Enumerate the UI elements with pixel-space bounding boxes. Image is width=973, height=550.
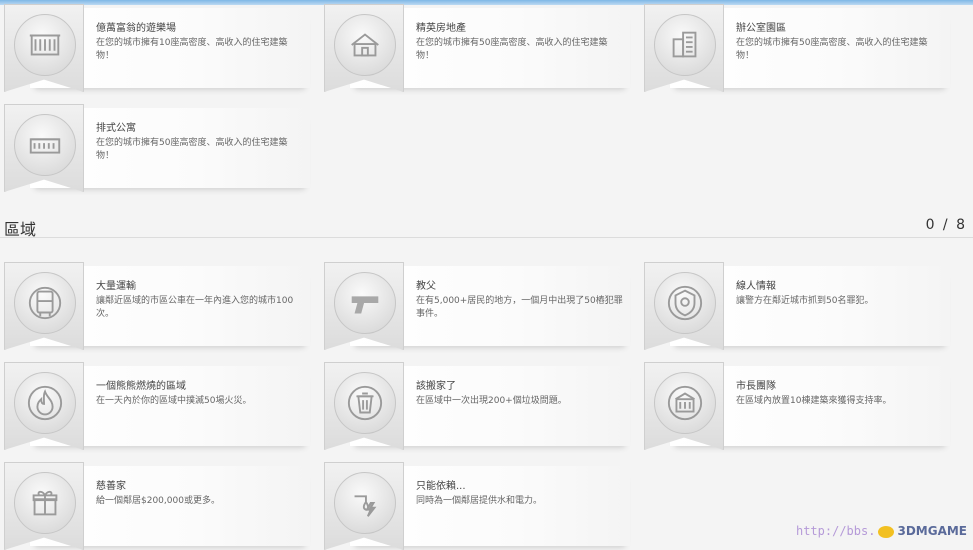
achievement-ribbon: [644, 362, 724, 450]
achievement-ribbon: [4, 104, 84, 192]
achievement-title: 一個熊熊燃燒的區域: [96, 381, 186, 392]
achievement-card-reliance[interactable]: 只能依賴... 同時為一個鄰居提供水和電力。: [320, 462, 630, 550]
watermark-url: http://bbs.: [795, 524, 876, 538]
achievement-ribbon: [4, 4, 84, 92]
mascot-icon: [878, 525, 895, 538]
achievement-card-billionaire[interactable]: 億萬富翁的遊樂場 在您的城市擁有10座高密度、高收入的住宅建築物！: [0, 4, 310, 92]
achievement-card-burning-region[interactable]: 一個熊熊燃燒的區域 在一天內於你的區域中撲滅50場火災。: [0, 362, 310, 450]
achievement-card-elite-realestate[interactable]: 精英房地產 在您的城市擁有50座高密度、高收入的住宅建築物！: [320, 4, 630, 92]
achievement-ribbon: [324, 4, 404, 92]
achievement-title: 排式公寓: [96, 123, 136, 134]
achievement-description: 讓鄰近區域的市區公車在一年內進入您的城市100次。: [96, 296, 294, 319]
bus-icon: [28, 286, 62, 320]
gun-icon: [351, 296, 379, 314]
achievement-description: 讓警方在鄰近城市抓到50名罪犯。: [736, 296, 874, 306]
achievement-ribbon: [4, 262, 84, 350]
achievement-card-time-to-move[interactable]: 該搬家了 在區域中一次出現200+個垃圾問題。: [320, 362, 630, 450]
section-title: 區域: [4, 220, 37, 239]
city-hall-icon: [667, 385, 703, 421]
fire-icon: [27, 385, 63, 421]
office-tower-icon: [672, 31, 697, 58]
achievement-ribbon: [4, 462, 84, 550]
achievement-title: 慈善家: [96, 481, 126, 492]
achievement-title: 億萬富翁的遊樂場: [96, 23, 176, 34]
achievement-title: 教父: [416, 281, 436, 292]
water-power-icon: [354, 495, 377, 517]
achievement-card-mayor-team[interactable]: 市長團隊 在區域內放置10棟建築來獲得支持率。: [640, 362, 950, 450]
achievement-description: 在區域中一次出現200+個垃圾問題。: [416, 396, 567, 406]
achievement-ribbon: [324, 462, 404, 550]
trash-icon: [347, 385, 383, 421]
achievement-title: 辦公室園區: [736, 23, 786, 34]
achievement-ribbon: [644, 4, 724, 92]
rowhouse-icon: [29, 138, 61, 154]
achievement-ribbon: [644, 262, 724, 350]
achievement-title: 大量運輸: [96, 281, 136, 292]
achievement-ribbon: [324, 262, 404, 350]
achievement-description: 在您的城市擁有10座高密度、高收入的住宅建築物！: [96, 38, 288, 61]
achievement-card-office-park[interactable]: 辦公室園區 在您的城市擁有50座高密度、高收入的住宅建築物！: [640, 4, 950, 92]
section-progress-count: 0 / 8: [925, 217, 967, 233]
achievement-description: 在您的城市擁有50座高密度、高收入的住宅建築物！: [416, 38, 608, 61]
achievement-card-informant[interactable]: 線人情報 讓警方在鄰近城市抓到50名罪犯。: [640, 262, 950, 350]
achievement-description: 同時為一個鄰居提供水和電力。: [416, 496, 543, 506]
achievement-description: 給一個鄰居$200,000或更多。: [96, 496, 220, 506]
achievement-description: 在有5,000+居民的地方，一個月中出現了50樁犯罪事件。: [416, 296, 623, 319]
achievement-card-philanthropist[interactable]: 慈善家 給一個鄰居$200,000或更多。: [0, 462, 310, 550]
section-header-region: 區域 0 / 8: [0, 212, 973, 239]
mansion-icon: [29, 34, 61, 56]
gift-icon: [32, 490, 58, 516]
achievement-ribbon: [4, 362, 84, 450]
achievement-card-mass-transit[interactable]: 大量運輸 讓鄰近區域的市區公車在一年內進入您的城市100次。: [0, 262, 310, 350]
house-icon: [351, 33, 379, 57]
achievement-description: 在一天內於你的區域中撲滅50場火災。: [96, 396, 252, 406]
achievement-card-godfather[interactable]: 教父 在有5,000+居民的地方，一個月中出現了50樁犯罪事件。: [320, 262, 630, 350]
achievement-description: 在您的城市擁有50座高密度、高收入的住宅建築物！: [96, 138, 288, 161]
watermark: http://bbs. 3DMGAME: [796, 524, 967, 538]
achievement-title: 市長團隊: [736, 381, 776, 392]
watermark-brand: 3DMGAME: [897, 524, 967, 538]
achievement-card-rowhouse[interactable]: 排式公寓 在您的城市擁有50座高密度、高收入的住宅建築物！: [0, 104, 310, 192]
achievement-ribbon: [324, 362, 404, 450]
achievement-title: 線人情報: [736, 281, 776, 292]
achievement-description: 在您的城市擁有50座高密度、高收入的住宅建築物！: [736, 38, 928, 61]
achievement-title: 該搬家了: [416, 381, 456, 392]
achievement-description: 在區域內放置10棟建築來獲得支持率。: [736, 396, 892, 406]
police-badge-icon: [667, 285, 703, 321]
achievement-title: 精英房地產: [416, 23, 466, 34]
achievement-title: 只能依賴...: [416, 481, 466, 492]
